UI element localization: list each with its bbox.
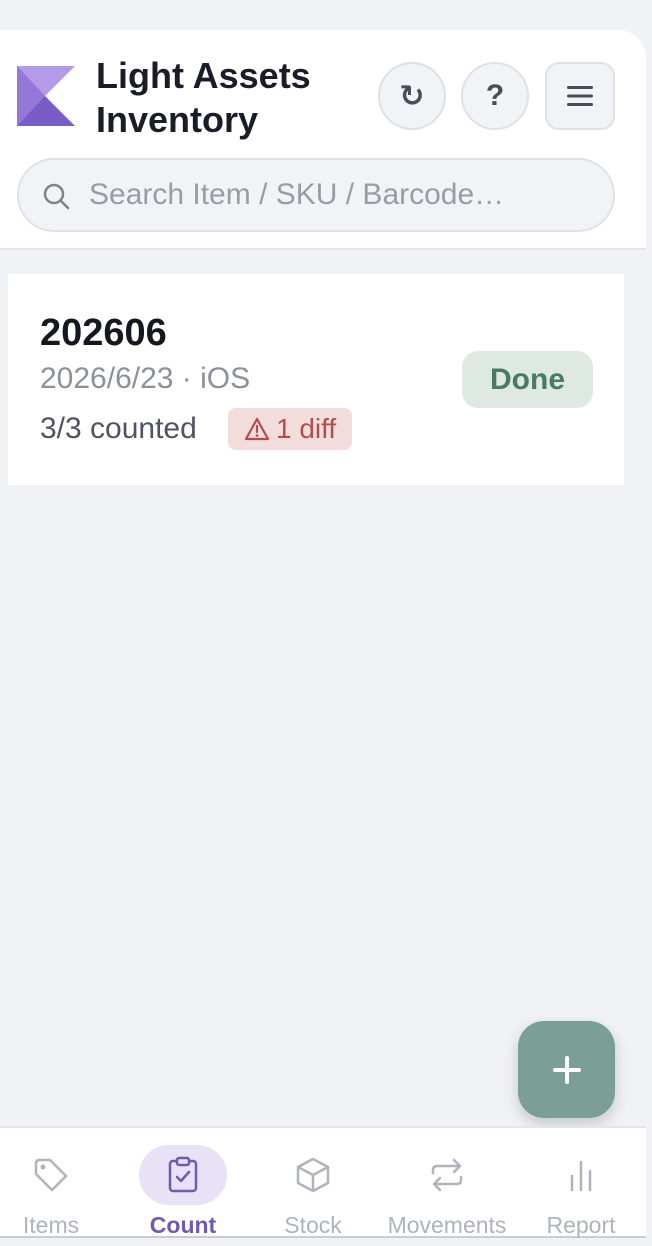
session-meta: 2026/6/23 · iOS [40,362,251,395]
status-badge: Done [462,351,593,408]
app-title: Light Assets Inventory [96,55,311,140]
nav-label-movements: Movements [387,1212,507,1238]
warning-icon [244,417,270,441]
search-icon [43,183,70,210]
refresh-button[interactable]: ↻ [378,62,446,130]
nav-label-count: Count [149,1212,217,1238]
count-session-card[interactable]: 202606 2026/6/23 · iOS 3/3 counted 1 dif… [8,274,624,485]
app-header: Light Assets Inventory ↻ ? [0,30,646,250]
nav-item-movements[interactable]: Movements [380,1128,514,1238]
clipboard-check-icon [168,1156,198,1193]
nav-icon-wrap [269,1145,357,1205]
nav-item-count[interactable]: Count [139,1128,227,1238]
nav-label-report: Report [546,1212,616,1238]
search-bar [17,158,615,232]
nav-icon-wrap [7,1145,95,1205]
bottom-nav: Items Count Stock Movements Report [0,1126,646,1238]
nav-item-stock[interactable]: Stock [269,1128,357,1238]
menu-button[interactable] [545,62,615,130]
refresh-icon: ↻ [399,79,425,113]
help-icon: ? [485,79,505,112]
session-title: 202606 [40,312,167,354]
nav-icon-wrap [139,1145,227,1205]
search-input[interactable] [89,170,589,220]
session-counted: 3/3 counted [40,412,197,445]
bar-chart-icon [570,1160,592,1192]
diff-badge: 1 diff [228,408,353,450]
swap-arrows-icon [431,1158,463,1192]
diff-label: 1 diff [276,413,337,444]
app-screen: Light Assets Inventory ↻ ? 202606 2026/6… [0,0,652,1246]
nav-label-items: Items [22,1212,80,1238]
plus-icon [552,1055,581,1084]
box-icon [296,1157,330,1193]
nav-item-report[interactable]: Report [537,1128,625,1238]
nav-item-items[interactable]: Items [7,1128,95,1238]
nav-label-stock: Stock [284,1212,342,1238]
nav-icon-wrap [537,1145,625,1205]
help-button[interactable]: ? [461,62,529,130]
add-count-button[interactable] [518,1021,615,1118]
hamburger-icon [567,86,593,106]
nav-icon-wrap [403,1145,491,1205]
tag-icon [34,1158,68,1192]
app-logo [17,66,75,126]
